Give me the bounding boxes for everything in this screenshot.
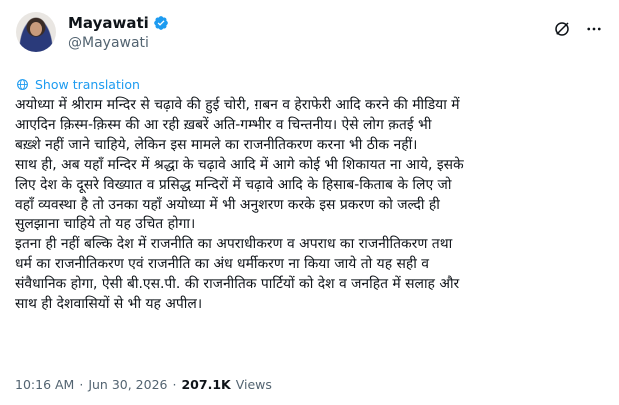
author-name-row[interactable]: Mayawati	[68, 14, 169, 32]
author-handle[interactable]: @Mayawati	[68, 35, 169, 51]
post-body-text: अयोध्या में श्रीराम मन्दिर से चढ़ावे की …	[15, 97, 464, 313]
show-translation-link[interactable]: Show translation	[16, 77, 140, 92]
header-actions	[553, 20, 603, 38]
post-date[interactable]: Jun 30, 2026	[88, 377, 167, 392]
avatar-face	[30, 22, 42, 36]
views-count[interactable]: 207.1K	[181, 377, 230, 392]
avatar[interactable]	[16, 12, 56, 52]
grok-icon[interactable]	[553, 20, 571, 38]
show-translation-label[interactable]: Show translation	[35, 77, 140, 92]
meta-separator: ·	[79, 377, 84, 392]
post-meta: 10:16 AM · Jun 30, 2026 · 207.1K Views	[15, 377, 272, 392]
more-icon[interactable]	[585, 20, 603, 38]
views-label: Views	[235, 377, 272, 392]
post-time[interactable]: 10:16 AM	[15, 377, 74, 392]
author-display-name[interactable]: Mayawati	[68, 14, 149, 32]
author-block: Mayawati @Mayawati	[68, 14, 169, 51]
meta-separator: ·	[172, 377, 177, 392]
globe-icon	[17, 79, 28, 90]
verified-badge-icon	[153, 16, 168, 30]
post-header: Mayawati @Mayawati	[16, 12, 603, 60]
